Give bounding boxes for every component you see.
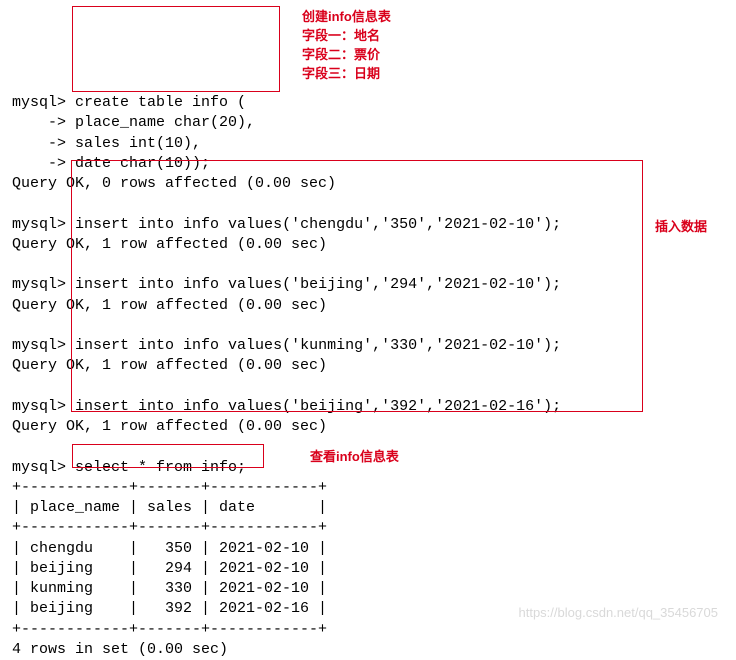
insert-cmd-3: insert into info values('beijing','392',…	[75, 398, 561, 415]
table-row: | beijing | 392 | 2021-02-16 |	[12, 600, 327, 617]
prompt-mysql: mysql>	[12, 459, 66, 476]
annotation-create-f2: 字段二：票价	[302, 46, 462, 65]
create-line-2: place_name char(20),	[75, 114, 255, 131]
insert-cmd-0: insert into info values('chengdu','350',…	[75, 216, 561, 233]
highlight-create-box	[72, 6, 280, 92]
table-border: +------------+-------+------------+	[12, 519, 327, 536]
table-row: | chengdu | 350 | 2021-02-10 |	[12, 540, 327, 557]
annotation-create: 创建info信息表 字段一：地名 字段二：票价 字段三：日期	[302, 8, 462, 83]
select-footer: 4 rows in set (0.00 sec)	[12, 641, 228, 658]
insert-result-1: Query OK, 1 row affected (0.00 sec)	[12, 297, 327, 314]
table-border: +------------+-------+------------+	[12, 621, 327, 638]
insert-result-2: Query OK, 1 row affected (0.00 sec)	[12, 357, 327, 374]
prompt-mysql: mysql>	[12, 337, 66, 354]
prompt-mysql: mysql>	[12, 216, 66, 233]
create-line-1: create table info (	[75, 94, 246, 111]
watermark: https://blog.csdn.net/qq_35456705	[519, 604, 719, 622]
prompt-cont: ->	[12, 114, 66, 131]
table-row: | kunming | 330 | 2021-02-10 |	[12, 580, 327, 597]
table-border: +------------+-------+------------+	[12, 479, 327, 496]
create-line-3: sales int(10),	[75, 135, 201, 152]
prompt-cont: ->	[12, 155, 66, 172]
table-header: | place_name | sales | date |	[12, 499, 327, 516]
annotation-create-f3: 字段三：日期	[302, 65, 462, 84]
create-result: Query OK, 0 rows affected (0.00 sec)	[12, 175, 336, 192]
prompt-mysql: mysql>	[12, 276, 66, 293]
insert-cmd-2: insert into info values('kunming','330',…	[75, 337, 561, 354]
prompt-mysql: mysql>	[12, 398, 66, 415]
annotation-insert: 插入数据	[655, 218, 707, 237]
annotation-select: 查看info信息表	[310, 448, 399, 467]
insert-cmd-1: insert into info values('beijing','294',…	[75, 276, 561, 293]
prompt-cont: ->	[12, 135, 66, 152]
select-cmd: select * from info;	[75, 459, 246, 476]
insert-result-0: Query OK, 1 row affected (0.00 sec)	[12, 236, 327, 253]
prompt-mysql: mysql>	[12, 94, 66, 111]
create-line-4: date char(10));	[75, 155, 210, 172]
table-row: | beijing | 294 | 2021-02-10 |	[12, 560, 327, 577]
annotation-create-f1: 字段一：地名	[302, 27, 462, 46]
annotation-create-title: 创建info信息表	[302, 8, 462, 27]
insert-result-3: Query OK, 1 row affected (0.00 sec)	[12, 418, 327, 435]
